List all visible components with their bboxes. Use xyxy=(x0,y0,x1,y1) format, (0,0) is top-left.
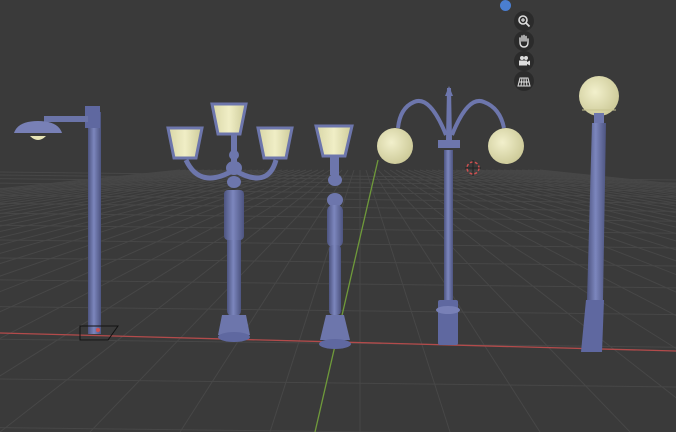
perspective-grid-icon[interactable] xyxy=(514,71,534,91)
double-globe-lamppost[interactable] xyxy=(377,86,524,345)
single-lantern-lamppost[interactable] xyxy=(314,124,354,349)
y-axis-line xyxy=(314,159,379,432)
3d-viewport[interactable] xyxy=(0,0,676,432)
scene-canvas[interactable] xyxy=(0,0,676,432)
cobra-head-streetlight[interactable] xyxy=(14,106,119,341)
camera-icon[interactable] xyxy=(514,51,534,71)
zoom-icon[interactable] xyxy=(514,11,534,31)
single-globe-lamppost[interactable] xyxy=(579,76,619,352)
triple-lantern-lamppost[interactable] xyxy=(166,102,294,342)
axis-gizmo-z-icon[interactable] xyxy=(500,0,511,11)
hand-pan-icon[interactable] xyxy=(514,31,534,51)
